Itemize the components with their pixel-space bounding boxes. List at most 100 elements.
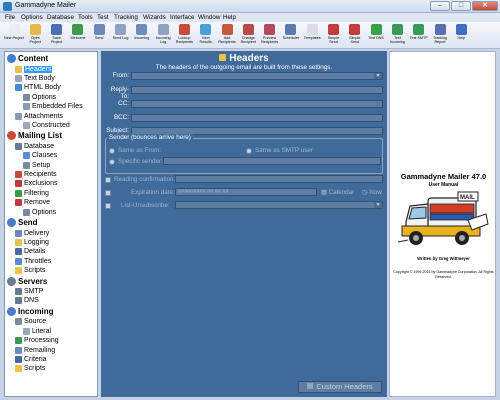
tree-item-attachments[interactable]: Attachments — [15, 112, 63, 121]
tree-item-scripts[interactable]: Scripts — [15, 266, 45, 275]
tree-item-database[interactable]: Database — [15, 142, 54, 151]
specific-sender-field[interactable] — [163, 157, 381, 165]
tree-item-mailing-list[interactable]: Mailing List — [7, 131, 62, 141]
specific-sender-radio[interactable] — [109, 159, 115, 165]
toolbar-button-scheduler[interactable]: Scheduler — [281, 24, 301, 48]
constructed-icon — [23, 121, 30, 129]
tree-item-remove[interactable]: Remove — [15, 198, 50, 207]
toolbar-button-templates[interactable]: Templates — [302, 24, 322, 48]
unsubscribe-dropdown-arrow-icon[interactable]: ▼ — [374, 202, 382, 208]
tree-item-recipients[interactable]: Recipients — [15, 170, 57, 179]
tree-item-label: Scripts — [24, 267, 46, 275]
toolbar-button-simple-send[interactable]: Simple Send — [324, 24, 344, 48]
menu-interface[interactable]: Interface — [170, 14, 195, 21]
toolbar-button-incoming-log[interactable]: Incoming Log — [153, 24, 173, 48]
menu-window[interactable]: Window — [198, 14, 220, 21]
same-as-smtp-radio[interactable] — [246, 148, 252, 154]
tree-item-throttles[interactable]: Throttles — [15, 257, 51, 266]
toolbar-button-label: View Results — [199, 36, 212, 45]
tree-item-constructed[interactable]: Constructed — [23, 121, 70, 130]
expiration-date-checkbox[interactable] — [105, 190, 111, 196]
tree-item-options[interactable]: Options — [23, 208, 56, 217]
tree-item-details[interactable]: Details — [15, 247, 45, 256]
tree-item-headers[interactable]: Headers — [15, 65, 53, 74]
menu-database[interactable]: Database — [47, 14, 74, 21]
tree-item-processing[interactable]: Processing — [15, 336, 59, 345]
panel-title: Headers — [101, 53, 387, 64]
toolbar-button-simple-send-2[interactable]: Simple Send — [345, 24, 365, 48]
reading-confirmation-checkbox[interactable] — [105, 177, 111, 183]
cc-field[interactable] — [131, 100, 383, 108]
filtering-icon — [15, 189, 22, 197]
maximize-button[interactable]: □ — [451, 1, 471, 11]
tree-item-options[interactable]: Options — [23, 93, 56, 102]
test-smtp-icon — [413, 24, 425, 35]
toolbar-button-new-project[interactable]: New Project — [4, 24, 24, 48]
list-unsubscribe-field[interactable]: ▼ — [175, 201, 383, 209]
toolbar-button-save[interactable]: Save Project — [47, 24, 67, 48]
tree-item-embedded-files[interactable]: Embedded Files — [23, 102, 83, 111]
calendar-button[interactable]: ▦ Calendar — [321, 189, 354, 196]
tree-item-dns[interactable]: DNS — [15, 296, 39, 305]
tree-item-setup[interactable]: Setup — [23, 161, 50, 170]
tree-item-filtering[interactable]: Filtering — [15, 189, 49, 198]
toolbar-button-tracking[interactable]: Tracking Report — [430, 24, 450, 48]
toolbar-button-lookup[interactable]: Lookup Recipients — [174, 24, 194, 48]
toolbar-button-label: Preview Recipients — [260, 36, 279, 45]
tree-item-servers[interactable]: Servers — [7, 276, 47, 286]
tree-item-delivery[interactable]: Delivery — [15, 229, 49, 238]
reading-confirmation-field[interactable] — [175, 175, 383, 183]
menu-file[interactable]: File — [5, 14, 15, 21]
menu-tools[interactable]: Tools — [78, 14, 93, 21]
tree-item-html-body[interactable]: HTML Body — [15, 83, 61, 92]
toolbar-button-results[interactable]: View Results — [196, 24, 216, 48]
incoming-icon — [136, 24, 148, 35]
tree-item-label: DNS — [24, 297, 39, 305]
menu-wizards[interactable]: Wizards — [143, 14, 166, 21]
tree-item-send[interactable]: Send — [7, 218, 38, 227]
tree-item-logging[interactable]: Logging — [15, 238, 49, 247]
same-as-from-radio[interactable] — [109, 148, 115, 154]
minimize-button[interactable]: – — [430, 1, 450, 11]
toolbar-button-add-recipients[interactable]: Add Recipients — [217, 24, 237, 48]
tree-item-literal[interactable]: Literal — [23, 327, 51, 336]
tree-item-exclusions[interactable]: Exclusions — [15, 179, 57, 188]
toolbar-button-label: Add Recipients — [218, 36, 236, 45]
tree-item-label: SMTP — [24, 288, 44, 295]
menu-tracking[interactable]: Tracking — [114, 14, 138, 21]
toolbar-button-test-dns[interactable]: Test DNS — [366, 24, 386, 48]
toolbar-button-preview[interactable]: Preview Recipients — [260, 24, 280, 48]
toolbar-button-open-folder[interactable]: Open Project — [25, 24, 45, 48]
tree-item-clauses[interactable]: Clauses — [23, 151, 57, 160]
toolbar-button-send[interactable]: Send — [89, 24, 109, 48]
menu-bar: File Options Database Tools Test Trackin… — [0, 13, 500, 22]
tree-item-scripts[interactable]: Scripts — [15, 364, 45, 373]
toolbar-button-send-log[interactable]: Send Log — [111, 24, 131, 48]
toolbar-button-help[interactable]: Help — [451, 24, 471, 48]
menu-test[interactable]: Test — [97, 14, 109, 21]
tree-item-source[interactable]: Source — [15, 317, 46, 326]
expiration-date-field[interactable]: ##/##/#### ##:## ## — [175, 188, 317, 196]
toolbar-button-test-incoming[interactable]: Test Incoming — [387, 24, 407, 48]
from-dropdown-arrow-icon[interactable]: ▼ — [374, 73, 382, 79]
menu-help[interactable]: Help — [223, 14, 236, 21]
tree-item-incoming[interactable]: Incoming — [7, 306, 54, 316]
bcc-field[interactable] — [131, 114, 383, 122]
toolbar-button-change-recipient[interactable]: Change Recipient — [238, 24, 258, 48]
toolbar-button-incoming[interactable]: Incoming — [132, 24, 152, 48]
list-unsubscribe-checkbox[interactable] — [105, 203, 111, 209]
tree-item-text-body[interactable]: Text Body — [15, 74, 55, 83]
toolbar-button-welcome[interactable]: Welcome — [68, 24, 88, 48]
close-button[interactable]: ✕ — [472, 1, 498, 11]
tree-item-content[interactable]: Content — [7, 54, 48, 63]
toolbar-button-test-smtp[interactable]: Test SMTP — [409, 24, 429, 48]
menu-options[interactable]: Options — [21, 14, 43, 21]
reply-to-field[interactable] — [131, 86, 383, 94]
open-folder-icon — [29, 24, 41, 35]
now-button[interactable]: ◷ Now — [362, 189, 382, 196]
tree-item-smtp[interactable]: SMTP — [15, 287, 43, 296]
custom-headers-button[interactable]: Custom Headers — [298, 381, 382, 393]
tree-item-remailing[interactable]: Remailing — [15, 346, 55, 355]
from-field[interactable]: ▼ — [131, 72, 383, 80]
tree-item-criteria[interactable]: Criteria — [15, 355, 47, 364]
